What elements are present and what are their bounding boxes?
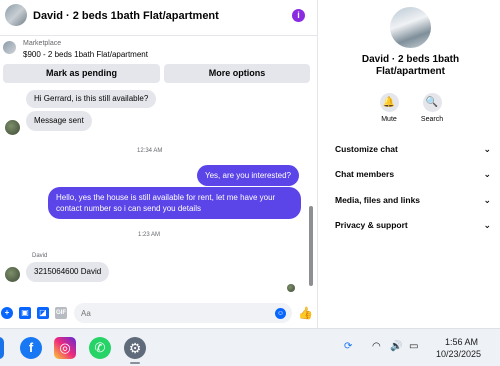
listing-source: Marketplace — [23, 40, 62, 47]
sync-icon[interactable]: ⟳ — [344, 341, 352, 352]
mark-as-pending-button[interactable]: Mark as pending — [3, 64, 160, 83]
bell-icon: 🔔 — [379, 93, 399, 112]
plus-icon[interactable]: + — [1, 307, 13, 319]
avatar[interactable] — [5, 267, 20, 282]
chat-window: David · 2 beds 1bath Flat/apartment i Ma… — [0, 0, 318, 328]
whatsapp-icon[interactable]: ✆ — [89, 337, 111, 359]
read-receipt-avatar — [287, 284, 295, 292]
clock-date[interactable]: 10/23/2025 — [436, 349, 481, 359]
composer: + ▣ ◪ GIF ☺ 👍 — [0, 301, 318, 325]
sender-name: David — [32, 253, 48, 259]
emoji-icon[interactable]: ☺ — [275, 308, 286, 319]
avatar[interactable] — [5, 120, 20, 135]
search-label: Search — [420, 116, 444, 123]
instagram-icon[interactable]: ◎ — [54, 337, 76, 359]
chat-members-row[interactable]: Chat members ⌄ — [335, 169, 491, 179]
message-timestamp: 12:34 AM — [137, 148, 163, 154]
taskbar: f ◎ ✆ ⚙ ⟳ ◠ 🔊 ▭ 1:56 AM 10/23/2025 — [0, 328, 500, 366]
message-incoming: 3215064600 David — [26, 262, 110, 282]
chevron-down-icon: ⌄ — [483, 195, 491, 205]
message-outgoing: Yes, are you interested? — [197, 165, 299, 186]
message-outgoing: Hello, yes the house is still available … — [48, 187, 301, 219]
chevron-down-icon: ⌄ — [483, 220, 491, 230]
sticker-icon[interactable]: ◪ — [37, 307, 49, 319]
edge-icon[interactable] — [0, 337, 4, 359]
conversation-details-panel: David · 2 beds 1bath Flat/apartment 🔔 Mu… — [319, 0, 500, 328]
listing-thumbnail[interactable] — [3, 41, 16, 54]
listing-description[interactable]: $900 - 2 beds 1bath Flat/apartment — [23, 50, 148, 59]
row-label: Chat members — [335, 169, 395, 179]
photo-icon[interactable]: ▣ — [19, 307, 31, 319]
chat-title[interactable]: David · 2 beds 1bath Flat/apartment — [33, 10, 219, 22]
search-button[interactable]: 🔍 Search — [415, 93, 449, 123]
thumbs-up-icon[interactable]: 👍 — [298, 306, 313, 320]
conversation-name: David · 2 beds 1bath Flat/apartment — [361, 54, 460, 77]
row-label: Customize chat — [335, 144, 398, 154]
message-incoming: Hi Gerrard, is this still available? — [26, 90, 157, 108]
message-incoming: Message sent — [26, 111, 92, 131]
active-app-indicator — [130, 362, 140, 364]
volume-icon[interactable]: 🔊 — [390, 341, 402, 352]
clock-time[interactable]: 1:56 AM — [445, 337, 478, 347]
mute-label: Mute — [381, 116, 397, 123]
row-label: Privacy & support — [335, 220, 408, 230]
row-label: Media, files and links — [335, 195, 421, 205]
message-timestamp: 1:23 AM — [138, 232, 161, 238]
customize-chat-row[interactable]: Customize chat ⌄ — [335, 144, 491, 154]
chevron-down-icon: ⌄ — [483, 144, 491, 154]
settings-icon[interactable]: ⚙ — [124, 337, 146, 359]
media-files-links-row[interactable]: Media, files and links ⌄ — [335, 195, 491, 205]
privacy-support-row[interactable]: Privacy & support ⌄ — [335, 220, 491, 230]
info-icon[interactable]: i — [292, 9, 305, 22]
wifi-icon[interactable]: ◠ — [372, 341, 381, 352]
message-list: Hi Gerrard, is this still available? Mes… — [0, 88, 318, 296]
mute-button[interactable]: 🔔 Mute — [372, 93, 406, 123]
search-icon: 🔍 — [422, 93, 442, 112]
avatar[interactable] — [5, 4, 27, 26]
chevron-down-icon: ⌄ — [483, 169, 491, 179]
gif-icon[interactable]: GIF — [55, 307, 67, 319]
facebook-icon[interactable]: f — [20, 337, 42, 359]
more-options-button[interactable]: More options — [164, 64, 310, 83]
scrollbar-thumb[interactable] — [309, 206, 313, 286]
message-input[interactable] — [74, 303, 292, 323]
avatar[interactable] — [390, 7, 431, 48]
chat-header: David · 2 beds 1bath Flat/apartment i — [0, 0, 318, 36]
battery-icon[interactable]: ▭ — [409, 341, 418, 352]
